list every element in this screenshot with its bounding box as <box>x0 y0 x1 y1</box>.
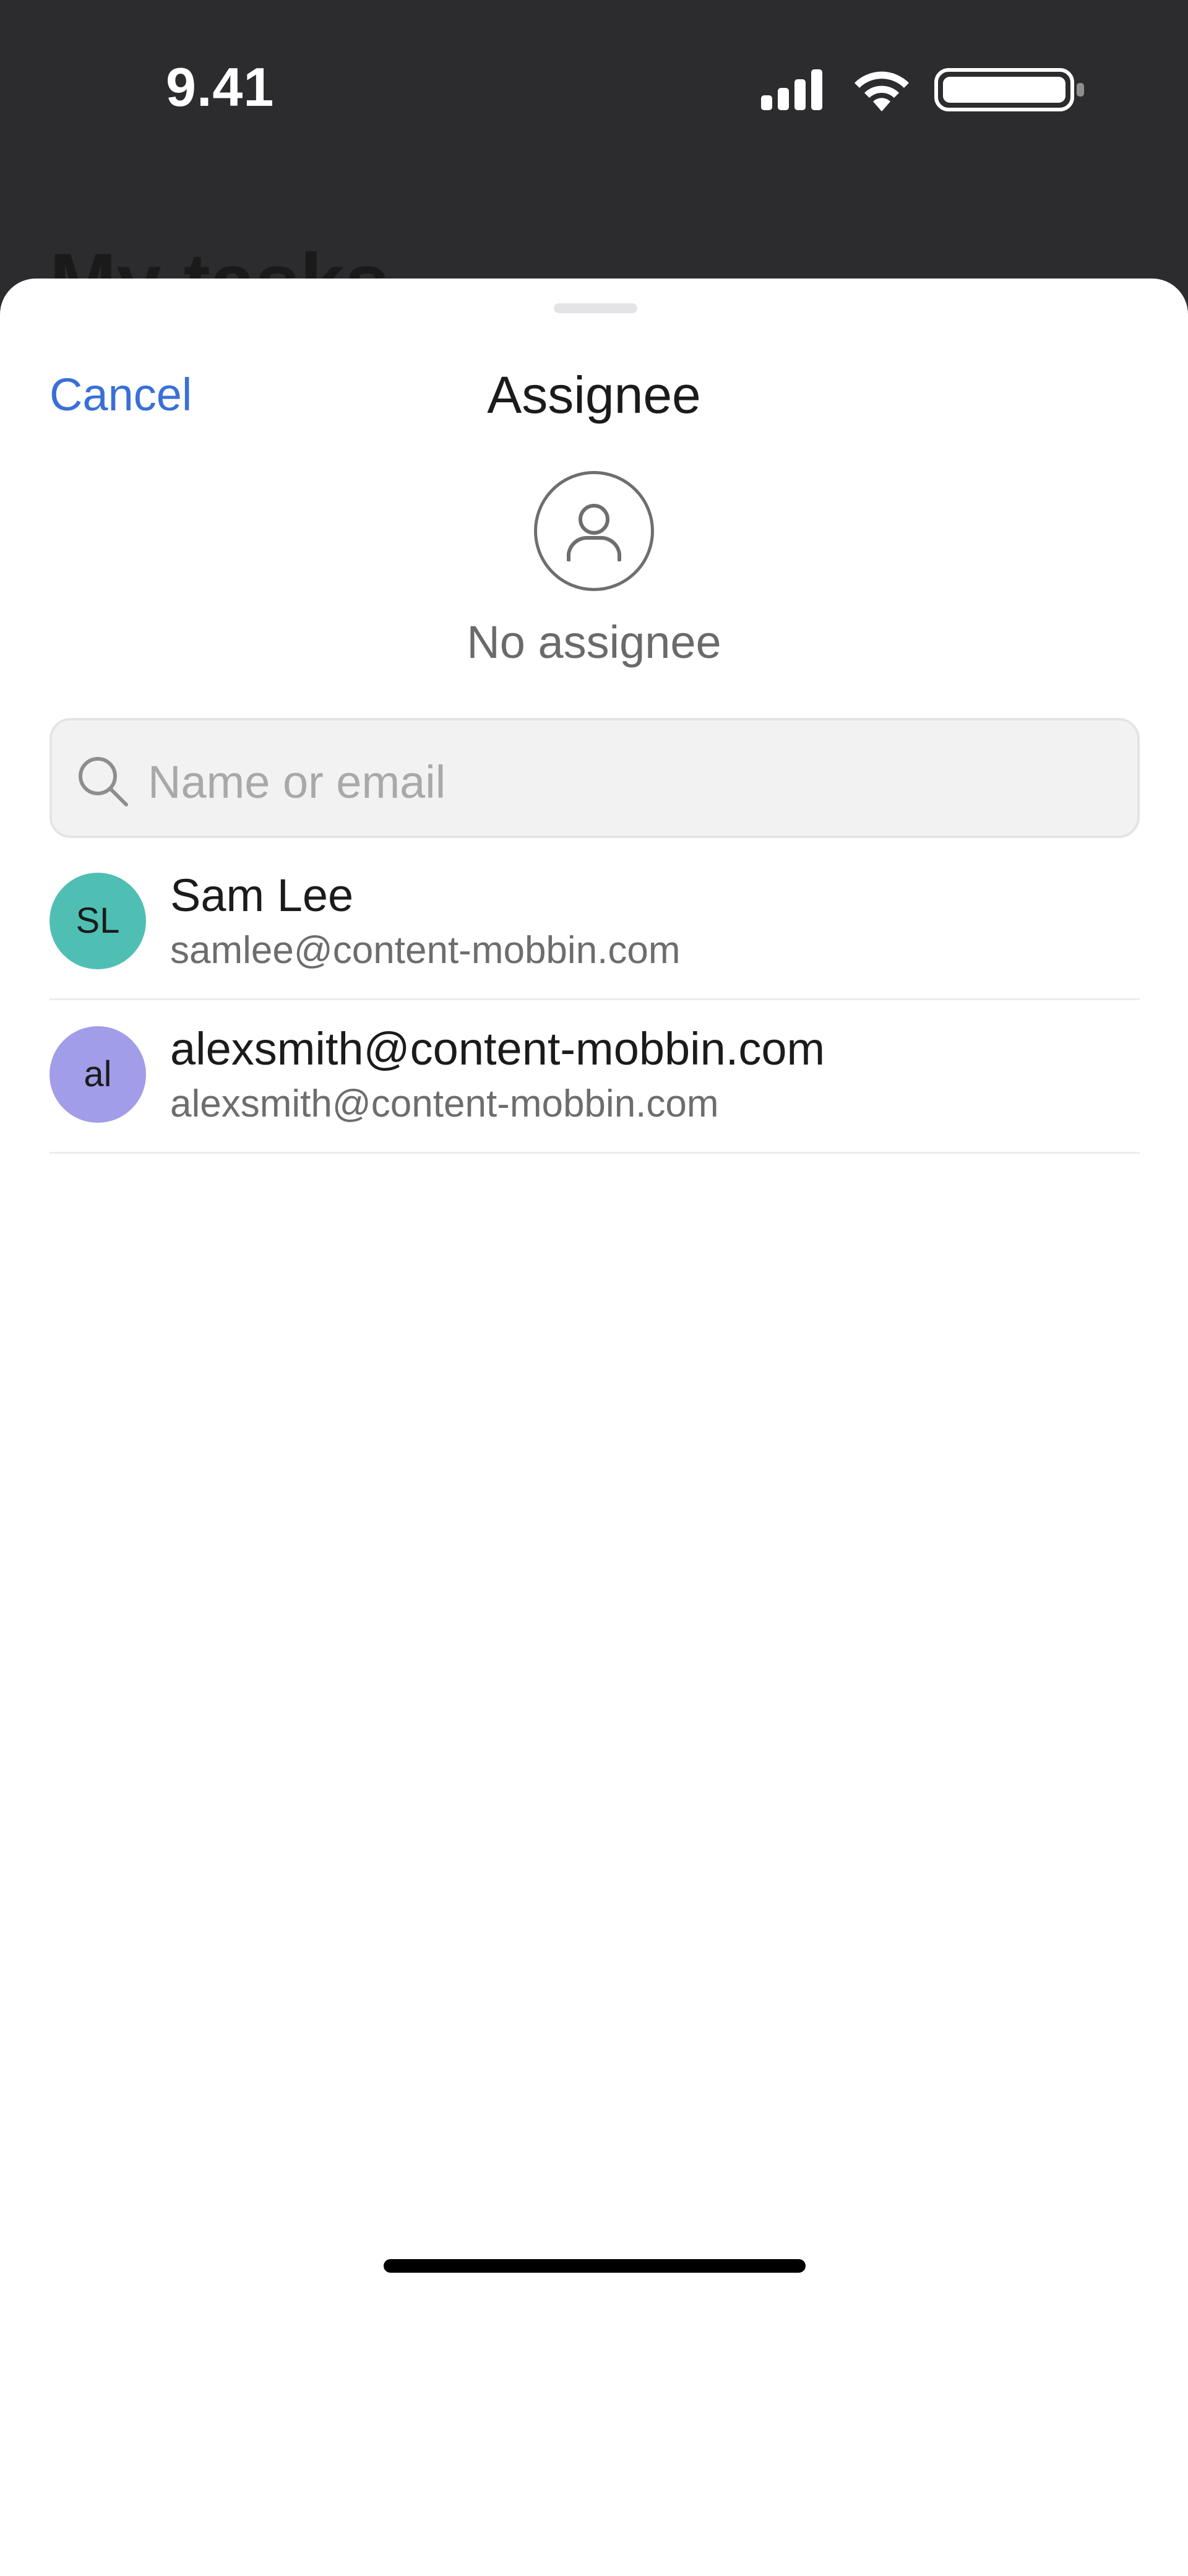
no-assignee-label[interactable]: No assignee <box>0 616 1188 668</box>
screen: 9.41 My tasks Cancel Assignee <box>0 0 1188 2576</box>
battery-icon <box>934 68 1084 111</box>
status-bar: 9.41 <box>0 0 1188 179</box>
search-input[interactable]: Name or email <box>50 718 1140 838</box>
assignee-row[interactable]: al alexsmith@content-mobbin.com alexsmit… <box>50 1000 1140 1154</box>
avatar: al <box>50 1026 146 1123</box>
sheet-grabber[interactable] <box>554 303 637 313</box>
status-time: 9.41 <box>166 56 275 118</box>
person-icon <box>567 504 621 561</box>
search-placeholder: Name or email <box>148 756 446 808</box>
signal-icon <box>761 69 822 110</box>
assignee-sheet: Cancel Assignee No assignee Name or emai… <box>0 279 1188 2576</box>
search-icon <box>79 757 128 806</box>
assignee-name: alexsmith@content-mobbin.com <box>170 1023 825 1074</box>
avatar: SL <box>50 873 146 969</box>
status-icons <box>742 66 1089 111</box>
wifi-icon <box>854 71 909 111</box>
assignee-email: alexsmith@content-mobbin.com <box>170 1083 719 1125</box>
assignee-row[interactable]: SL Sam Lee samlee@content-mobbin.com <box>50 847 1140 1000</box>
no-assignee-avatar[interactable] <box>534 471 654 591</box>
sheet-title: Assignee <box>487 366 701 424</box>
home-indicator[interactable] <box>384 2259 806 2273</box>
assignee-name: Sam Lee <box>170 870 354 921</box>
assignee-email: samlee@content-mobbin.com <box>170 929 681 972</box>
